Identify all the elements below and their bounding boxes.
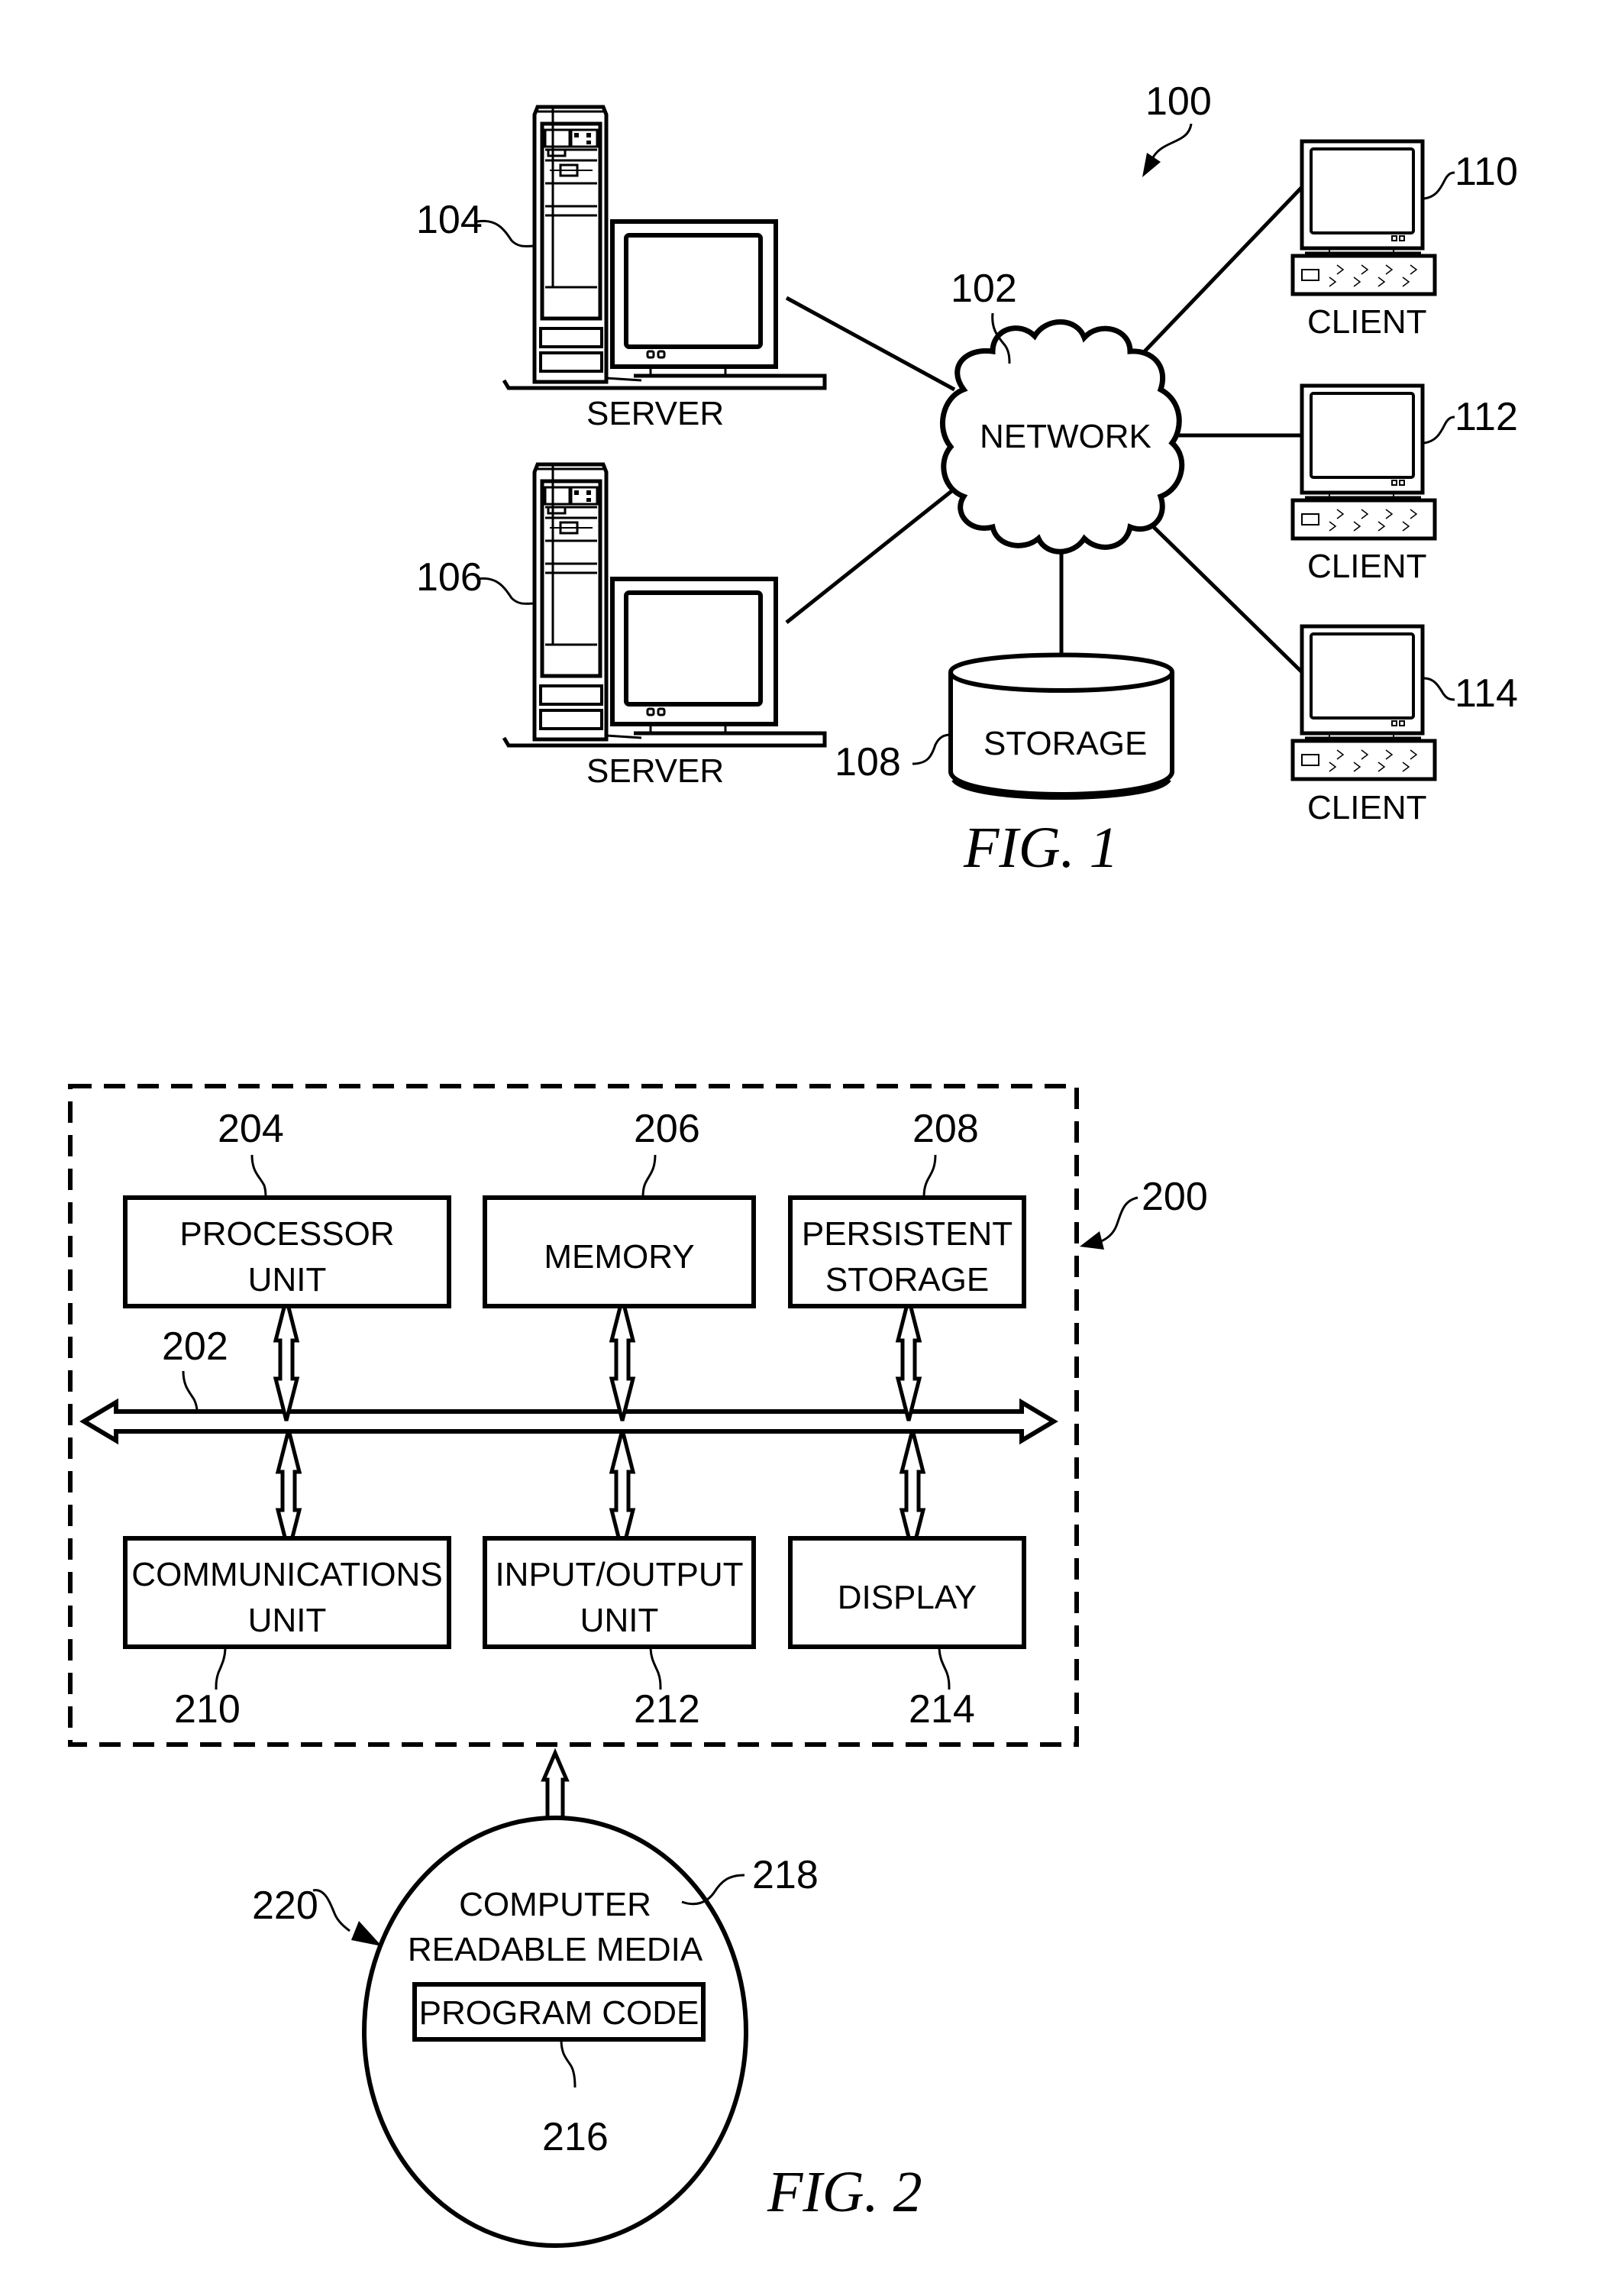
unit-label: UNIT bbox=[248, 1602, 327, 1639]
persistent-storage-bus-arrow bbox=[898, 1298, 919, 1421]
unit-label: PERSISTENT bbox=[802, 1215, 1013, 1253]
client-112: 112 CLIENT bbox=[1293, 386, 1518, 585]
unit-ref-label: 208 bbox=[912, 1107, 979, 1151]
storage-label: STORAGE bbox=[983, 725, 1147, 762]
client-label: CLIENT bbox=[1307, 548, 1426, 585]
network-label: NETWORK bbox=[980, 418, 1151, 455]
input-output-unit-212: INPUT/OUTPUT UNIT 212 bbox=[483, 1536, 756, 1732]
communications-unit-210: COMMUNICATIONS UNIT 210 bbox=[123, 1536, 451, 1732]
server-106: 106 SERVER bbox=[416, 464, 825, 790]
server-label: SERVER bbox=[586, 395, 724, 432]
figure-2: 200 202 PROCESSOR UNIT 204 MEMORY 206 PE… bbox=[68, 1084, 1208, 2248]
media-set-ref-label: 220 bbox=[252, 1884, 318, 1928]
client-ref-label: 110 bbox=[1455, 150, 1518, 194]
system-ref-arrow-icon bbox=[1150, 123, 1193, 161]
processor-unit-204: PROCESSOR UNIT 204 bbox=[123, 1107, 451, 1308]
unit-label: INPUT/OUTPUT bbox=[495, 1556, 743, 1593]
media-set-arrowhead-icon bbox=[351, 1921, 382, 1946]
unit-label: COMMUNICATIONS bbox=[131, 1556, 442, 1593]
figure-caption: FIG. 1 bbox=[963, 816, 1119, 880]
unit-label: MEMORY bbox=[544, 1238, 694, 1276]
client-ref-label: 114 bbox=[1455, 671, 1518, 716]
storage-ref-label: 108 bbox=[835, 740, 901, 784]
server-label: SERVER bbox=[586, 752, 724, 790]
unit-label: PROCESSOR bbox=[179, 1215, 394, 1253]
server-ref-label: 106 bbox=[416, 555, 483, 600]
client-label: CLIENT bbox=[1307, 789, 1426, 826]
display-bus-arrow bbox=[902, 1430, 923, 1552]
media-to-system-arrow-icon bbox=[541, 1748, 570, 1828]
unit-label: UNIT bbox=[580, 1602, 659, 1639]
client-label: CLIENT bbox=[1307, 303, 1426, 341]
unit-label: DISPLAY bbox=[838, 1579, 977, 1616]
network-ref-label: 102 bbox=[951, 267, 1017, 311]
network-cloud: NETWORK 102 bbox=[939, 267, 1185, 555]
display-214: DISPLAY 214 bbox=[788, 1536, 1026, 1732]
persistent-storage-208: PERSISTENT STORAGE 208 bbox=[788, 1107, 1026, 1308]
system-ref-arrowhead-icon bbox=[1080, 1231, 1104, 1250]
client-110: 110 CLIENT bbox=[1293, 141, 1518, 341]
server-ref-label: 104 bbox=[416, 198, 483, 242]
program-code-label: PROGRAM CODE bbox=[419, 1994, 699, 2032]
memory-bus-arrow bbox=[612, 1298, 633, 1421]
media-ref-label: 218 bbox=[752, 1853, 819, 1897]
program-code-ref-label: 216 bbox=[542, 2115, 609, 2159]
unit-ref-label: 206 bbox=[634, 1107, 700, 1151]
server-104: 104 SERVER bbox=[416, 107, 825, 432]
media-label: READABLE MEDIA bbox=[408, 1931, 703, 1968]
processor-bus-arrow bbox=[276, 1298, 297, 1421]
unit-ref-label: 210 bbox=[174, 1687, 241, 1732]
bus-ref-label: 202 bbox=[162, 1324, 228, 1369]
media-label: COMPUTER bbox=[459, 1886, 651, 1923]
client-114: 114 CLIENT bbox=[1293, 626, 1518, 826]
unit-ref-label: 212 bbox=[634, 1687, 700, 1732]
unit-label: UNIT bbox=[248, 1261, 327, 1298]
client-ref-label: 112 bbox=[1455, 395, 1518, 439]
system-ref-label: 200 bbox=[1142, 1175, 1208, 1219]
io-bus-arrow bbox=[612, 1430, 633, 1552]
storage-108: STORAGE 108 bbox=[835, 652, 1174, 800]
communications-bus-arrow bbox=[278, 1430, 299, 1552]
figure-caption: FIG. 2 bbox=[767, 2160, 922, 2224]
system-ref-arrowhead-icon bbox=[1142, 153, 1161, 177]
figure-1: 100 104 SERVER 106 SERVER NETWORK 102 ST… bbox=[416, 79, 1518, 880]
memory-206: MEMORY 206 bbox=[483, 1107, 756, 1308]
patent-drawing-sheet: 100 104 SERVER 106 SERVER NETWORK 102 ST… bbox=[68, 79, 1518, 2248]
unit-ref-label: 214 bbox=[909, 1687, 975, 1732]
unit-ref-label: 204 bbox=[218, 1107, 284, 1151]
system-ref-label: 100 bbox=[1145, 79, 1212, 124]
unit-label: STORAGE bbox=[825, 1261, 989, 1298]
